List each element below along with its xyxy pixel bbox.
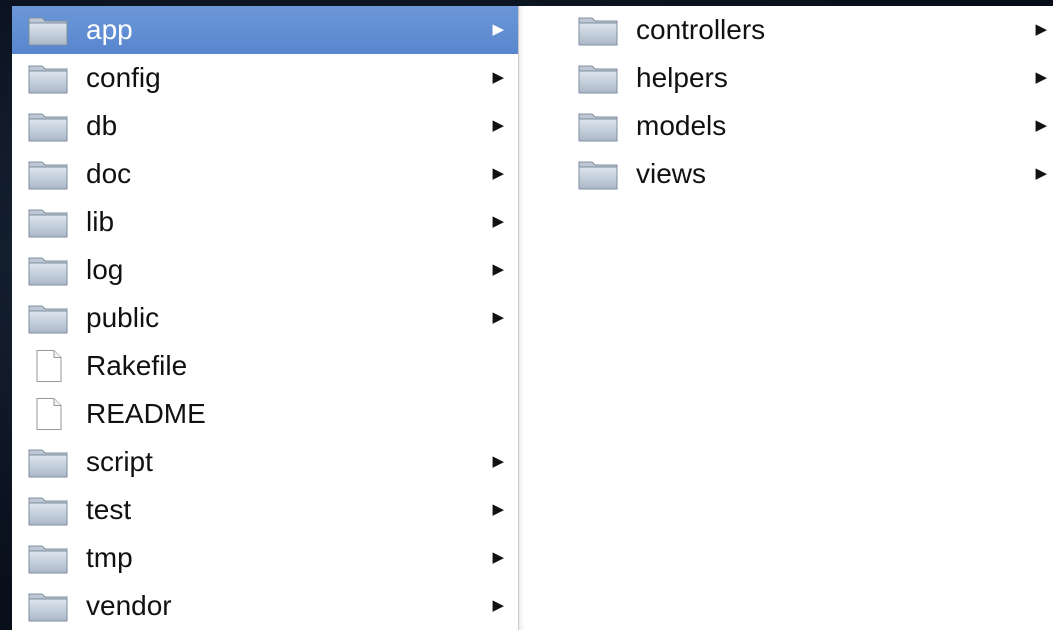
list-item[interactable]: log ▶ — [12, 246, 518, 294]
folder-icon — [28, 590, 68, 622]
item-label: db — [86, 110, 118, 141]
column-1: app ▶ config ▶ db ▶ doc ▶ lib ▶ log ▶ pu… — [12, 6, 518, 630]
folder-icon — [28, 302, 68, 334]
disclosure-arrow-icon: ▶ — [492, 261, 504, 278]
disclosure-arrow-icon: ▶ — [1035, 21, 1047, 38]
column-divider[interactable] — [518, 6, 560, 630]
finder-column-browser: app ▶ config ▶ db ▶ doc ▶ lib ▶ log ▶ pu… — [12, 6, 1053, 630]
list-item[interactable]: config ▶ — [12, 54, 518, 102]
folder-icon — [578, 14, 618, 46]
folder-icon — [578, 62, 618, 94]
item-label: lib — [86, 206, 115, 237]
folder-icon — [28, 446, 68, 478]
folder-icon — [28, 494, 68, 526]
disclosure-arrow-icon: ▶ — [1035, 69, 1047, 86]
item-label: test — [86, 494, 132, 525]
item-label: public — [86, 302, 160, 333]
disclosure-arrow-icon: ▶ — [492, 597, 504, 614]
folder-icon — [578, 110, 618, 142]
disclosure-arrow-icon: ▶ — [492, 501, 504, 518]
disclosure-arrow-icon: ▶ — [492, 453, 504, 470]
list-item[interactable]: test ▶ — [12, 486, 518, 534]
list-item[interactable]: models ▶ — [560, 102, 1053, 150]
list-item[interactable]: views ▶ — [560, 150, 1053, 198]
folder-icon — [28, 110, 68, 142]
list-item[interactable]: db ▶ — [12, 102, 518, 150]
folder-icon — [28, 158, 68, 190]
folder-icon — [28, 206, 68, 238]
item-label: config — [86, 62, 161, 93]
list-item[interactable]: Rakefile — [12, 342, 518, 390]
item-label: doc — [86, 158, 132, 189]
list-item[interactable]: tmp ▶ — [12, 534, 518, 582]
item-label: views — [636, 158, 707, 189]
item-label: README — [86, 398, 206, 429]
item-label: Rakefile — [86, 350, 188, 381]
disclosure-arrow-icon: ▶ — [492, 165, 504, 182]
item-label: script — [86, 446, 153, 477]
item-label: tmp — [86, 542, 133, 573]
document-icon — [28, 350, 68, 382]
disclosure-arrow-icon: ▶ — [1035, 117, 1047, 134]
item-label: vendor — [86, 590, 172, 621]
disclosure-arrow-icon: ▶ — [492, 117, 504, 134]
item-label: app — [86, 14, 133, 45]
list-item[interactable]: script ▶ — [12, 438, 518, 486]
disclosure-arrow-icon: ▶ — [492, 21, 504, 38]
list-item[interactable]: controllers ▶ — [560, 6, 1053, 54]
list-item[interactable]: public ▶ — [12, 294, 518, 342]
folder-icon — [28, 254, 68, 286]
document-icon — [28, 398, 68, 430]
list-item[interactable]: vendor ▶ — [12, 582, 518, 630]
disclosure-arrow-icon: ▶ — [492, 309, 504, 326]
list-item[interactable]: lib ▶ — [12, 198, 518, 246]
item-label: log — [86, 254, 124, 285]
disclosure-arrow-icon: ▶ — [1035, 165, 1047, 182]
folder-icon — [28, 14, 68, 46]
folder-icon — [28, 542, 68, 574]
folder-icon — [578, 158, 618, 190]
item-label: models — [636, 110, 727, 141]
disclosure-arrow-icon: ▶ — [492, 213, 504, 230]
disclosure-arrow-icon: ▶ — [492, 69, 504, 86]
disclosure-arrow-icon: ▶ — [492, 549, 504, 566]
list-item[interactable]: helpers ▶ — [560, 54, 1053, 102]
list-item[interactable]: README — [12, 390, 518, 438]
list-item[interactable]: doc ▶ — [12, 150, 518, 198]
item-label: helpers — [636, 62, 728, 93]
folder-icon — [28, 62, 68, 94]
list-item[interactable]: app ▶ — [12, 6, 518, 54]
column-2: controllers ▶ helpers ▶ models ▶ views ▶ — [560, 6, 1053, 630]
item-label: controllers — [636, 14, 766, 45]
